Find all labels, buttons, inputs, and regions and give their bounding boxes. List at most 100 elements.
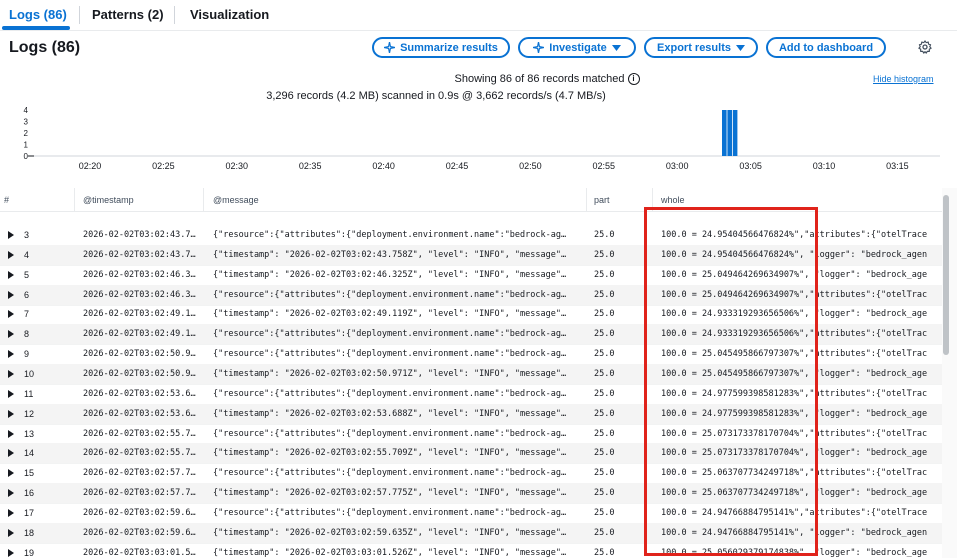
part-cell: 25.0 (594, 249, 615, 260)
message-cell: {"resource":{"attributes":{"deployment.e… (213, 329, 567, 340)
investigate-button[interactable]: Investigate (518, 37, 636, 58)
message-cell: {"resource":{"attributes":{"deployment.e… (213, 428, 567, 439)
histogram-x-tick-label: 02:30 (226, 161, 249, 171)
histogram-bar[interactable] (727, 110, 732, 156)
histogram-bar[interactable] (732, 110, 738, 156)
timestamp-cell: 2026-02-02T03:02:57.7… (83, 468, 196, 479)
histogram-x-tick-label: 02:45 (446, 161, 469, 171)
tab-logs[interactable]: Logs (86) (9, 7, 67, 22)
column-divider[interactable] (203, 188, 204, 211)
hide-histogram-link[interactable]: Hide histogram (873, 74, 934, 84)
export-results-button[interactable]: Export results (644, 37, 758, 58)
expand-row-caret-icon[interactable] (8, 508, 14, 517)
info-icon[interactable]: i (627, 73, 640, 86)
column-header-part[interactable]: part (594, 195, 610, 205)
part-cell: 25.0 (594, 230, 615, 240)
column-header-number: # (4, 195, 10, 205)
expand-row-caret-icon[interactable] (8, 330, 14, 339)
message-cell: {"resource":{"attributes":{"deployment.e… (213, 507, 567, 518)
row-number: 14 (24, 448, 35, 459)
row-number: 5 (24, 269, 30, 280)
part-cell: 25.0 (594, 527, 615, 538)
histogram-y-tick-label: 3 (24, 118, 29, 127)
row-number: 19 (24, 547, 35, 558)
part-cell: 25.0 (594, 269, 615, 280)
message-cell: {"timestamp": "2026-02-02T03:03:01.526Z"… (213, 547, 567, 558)
part-cell: 25.0 (594, 507, 615, 518)
message-cell: {"timestamp": "2026-02-02T03:02:53.688Z"… (213, 408, 567, 419)
expand-row-caret-icon[interactable] (8, 250, 14, 259)
scrollbar-thumb[interactable] (943, 195, 949, 355)
row-number: 11 (24, 388, 34, 399)
summarize-results-label: Summarize results (400, 41, 498, 54)
histogram-y-tick-label: 2 (24, 129, 29, 138)
expand-row-caret-icon[interactable] (8, 469, 14, 478)
tab-bar: Logs (86) Patterns (2) Visualization (0, 0, 957, 31)
expand-row-caret-icon[interactable] (8, 409, 14, 418)
message-cell: {"timestamp": "2026-02-02T03:02:43.758Z"… (213, 249, 567, 260)
column-header-timestamp[interactable]: @timestamp (83, 195, 134, 205)
column-divider[interactable] (586, 188, 587, 211)
message-cell: {"resource":{"attributes":{"deployment.e… (213, 230, 567, 240)
row-number: 3 (24, 230, 30, 240)
expand-row-caret-icon[interactable] (8, 528, 14, 537)
row-number: 17 (24, 507, 35, 518)
highlight-box (644, 207, 818, 556)
expand-row-caret-icon[interactable] (8, 389, 14, 398)
part-cell: 25.0 (594, 547, 615, 558)
expand-row-caret-icon[interactable] (8, 290, 14, 299)
histogram-x-tick-label: 02:20 (79, 161, 102, 171)
add-to-dashboard-button[interactable]: Add to dashboard (766, 37, 886, 58)
timestamp-cell: 2026-02-02T03:02:50.9… (83, 349, 196, 360)
column-header-whole[interactable]: whole (661, 195, 685, 205)
summarize-results-button[interactable]: Summarize results (372, 37, 510, 58)
part-cell: 25.0 (594, 488, 615, 499)
column-divider[interactable] (74, 188, 75, 211)
histogram-x-tick-label: 02:25 (152, 161, 175, 171)
expand-row-caret-icon[interactable] (8, 369, 14, 378)
timestamp-cell: 2026-02-02T03:02:59.6… (83, 527, 196, 538)
timestamp-cell: 2026-02-02T03:02:43.7… (83, 249, 196, 260)
message-cell: {"timestamp": "2026-02-02T03:02:55.709Z"… (213, 448, 567, 459)
tab-divider (79, 6, 80, 24)
tab-divider (174, 6, 175, 24)
histogram-bar[interactable] (722, 110, 727, 156)
column-header-message[interactable]: @message (213, 195, 259, 205)
expand-row-caret-icon[interactable] (8, 429, 14, 438)
timestamp-cell: 2026-02-02T03:02:53.6… (83, 408, 196, 419)
tab-patterns[interactable]: Patterns (2) (92, 7, 164, 22)
row-number: 16 (24, 488, 35, 499)
sparkle-icon (384, 42, 396, 53)
tab-visualization[interactable]: Visualization (190, 7, 269, 22)
timestamp-cell: 2026-02-02T03:02:46.3… (83, 269, 196, 280)
row-number: 7 (24, 309, 30, 320)
records-matched-text: Showing 86 of 86 records matched (454, 73, 625, 85)
message-cell: {"resource":{"attributes":{"deployment.e… (213, 388, 567, 399)
expand-row-caret-icon[interactable] (8, 449, 14, 458)
row-number: 18 (24, 527, 35, 538)
histogram-x-tick-label: 02:55 (593, 161, 616, 171)
histogram-x-tick-label: 03:00 (666, 161, 689, 171)
timestamp-cell: 2026-02-02T03:02:53.6… (83, 388, 196, 399)
part-cell: 25.0 (594, 388, 615, 399)
row-number: 4 (24, 249, 30, 260)
expand-row-caret-icon[interactable] (8, 231, 14, 239)
sparkle-icon (533, 42, 545, 53)
timestamp-cell: 2026-02-02T03:02:49.1… (83, 329, 196, 340)
gear-icon[interactable] (918, 40, 932, 54)
expand-row-caret-icon[interactable] (8, 270, 14, 279)
timestamp-cell: 2026-02-02T03:02:50.9… (83, 368, 196, 379)
histogram-x-tick-label: 03:05 (739, 161, 762, 171)
expand-row-caret-icon[interactable] (8, 548, 14, 557)
expand-row-caret-icon[interactable] (8, 350, 14, 359)
part-cell: 25.0 (594, 368, 615, 379)
investigate-label: Investigate (549, 41, 607, 54)
export-results-label: Export results (657, 41, 731, 54)
expand-row-caret-icon[interactable] (8, 310, 14, 319)
row-number: 12 (24, 408, 35, 419)
message-cell: {"timestamp": "2026-02-02T03:02:59.635Z"… (213, 527, 567, 538)
expand-row-caret-icon[interactable] (8, 489, 14, 498)
timestamp-cell: 2026-02-02T03:03:01.5… (83, 547, 196, 558)
row-number: 13 (24, 428, 35, 439)
page-title: Logs (86) (9, 39, 81, 56)
